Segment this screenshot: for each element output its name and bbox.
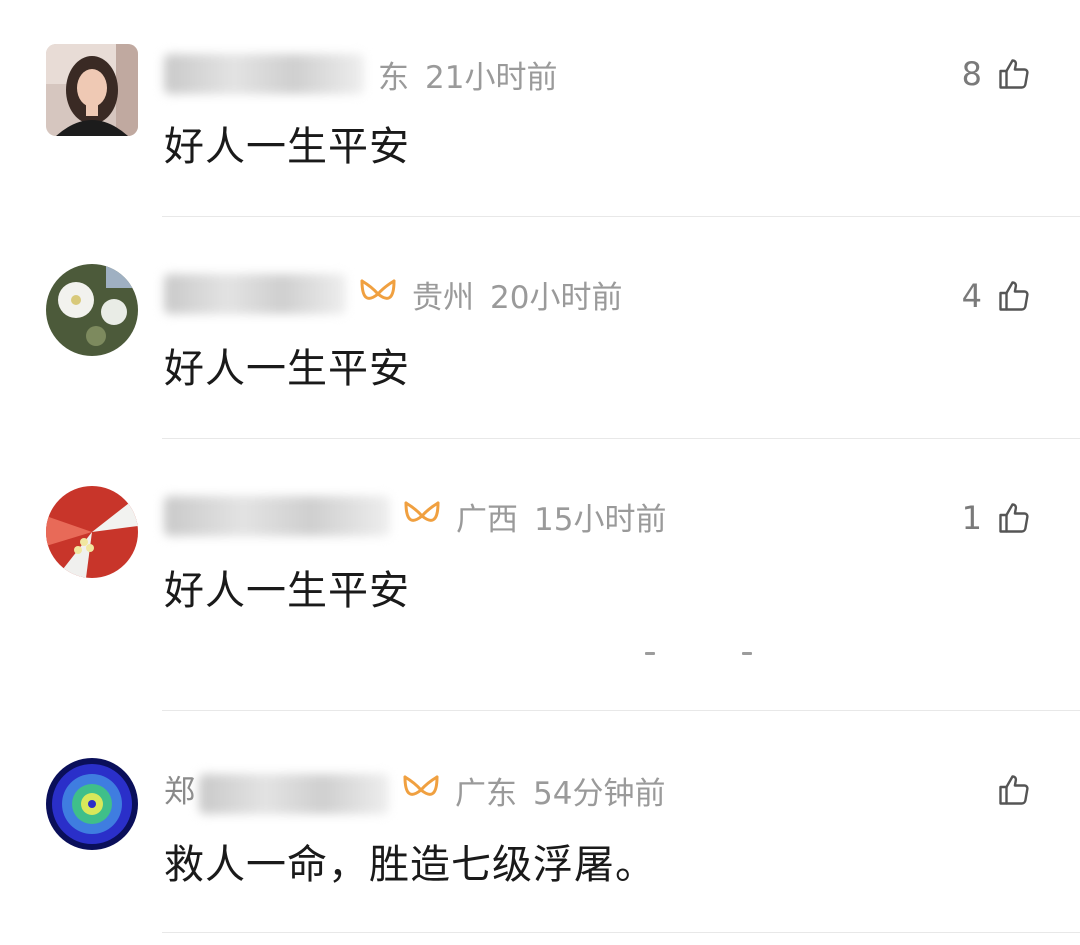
like-count: 8 (961, 55, 982, 93)
username[interactable] (164, 54, 364, 94)
vip-butterfly-icon (360, 279, 396, 300)
thumbs-up-icon (999, 281, 1029, 311)
comment-meta: 郑 广东 54分钟前 (164, 762, 665, 818)
comment-text: 好人一生平安 (164, 346, 410, 392)
thumbs-up-icon (999, 503, 1029, 533)
avatar[interactable] (46, 264, 138, 356)
comment-text: 救人一命，胜造七级浮屠。 (164, 842, 656, 888)
region-label: 贵州 (412, 279, 474, 316)
timestamp: 54分钟前 (533, 775, 666, 812)
like-button[interactable]: 4 (962, 268, 1032, 324)
comment-meta: 贵州 20小时前 (164, 266, 622, 322)
divider (162, 932, 1080, 933)
thumbs-up-icon (999, 775, 1029, 805)
comment-meta: 东 21小时前 (164, 46, 557, 102)
region-label: 广西 (456, 501, 518, 538)
divider (162, 216, 1080, 217)
timestamp: 21小时前 (425, 59, 558, 96)
region-label: 东 (378, 59, 409, 96)
divider (162, 438, 1080, 439)
like-count: 1 (961, 499, 982, 537)
timestamp: 20小时前 (490, 279, 623, 316)
username[interactable] (164, 274, 346, 314)
artifact-mark (645, 652, 655, 655)
username[interactable]: 郑 (164, 766, 389, 814)
like-button[interactable]: 1 (962, 490, 1032, 546)
vip-butterfly-icon (403, 775, 439, 796)
avatar[interactable] (46, 486, 138, 578)
divider (162, 710, 1080, 711)
username[interactable] (164, 496, 390, 536)
timestamp: 15小时前 (534, 501, 667, 538)
avatar[interactable] (46, 44, 138, 136)
artifact-mark (742, 652, 752, 655)
like-button[interactable]: 8 (962, 46, 1032, 102)
like-count: 4 (961, 277, 982, 315)
thumbs-up-icon (999, 59, 1029, 89)
region-label: 广东 (455, 775, 517, 812)
comment-text: 好人一生平安 (164, 124, 410, 170)
comment-meta: 广西 15小时前 (164, 488, 666, 544)
comment-text: 好人一生平安 (164, 568, 410, 614)
like-button[interactable] (982, 762, 1032, 818)
avatar[interactable] (46, 758, 138, 850)
vip-butterfly-icon (404, 501, 440, 522)
